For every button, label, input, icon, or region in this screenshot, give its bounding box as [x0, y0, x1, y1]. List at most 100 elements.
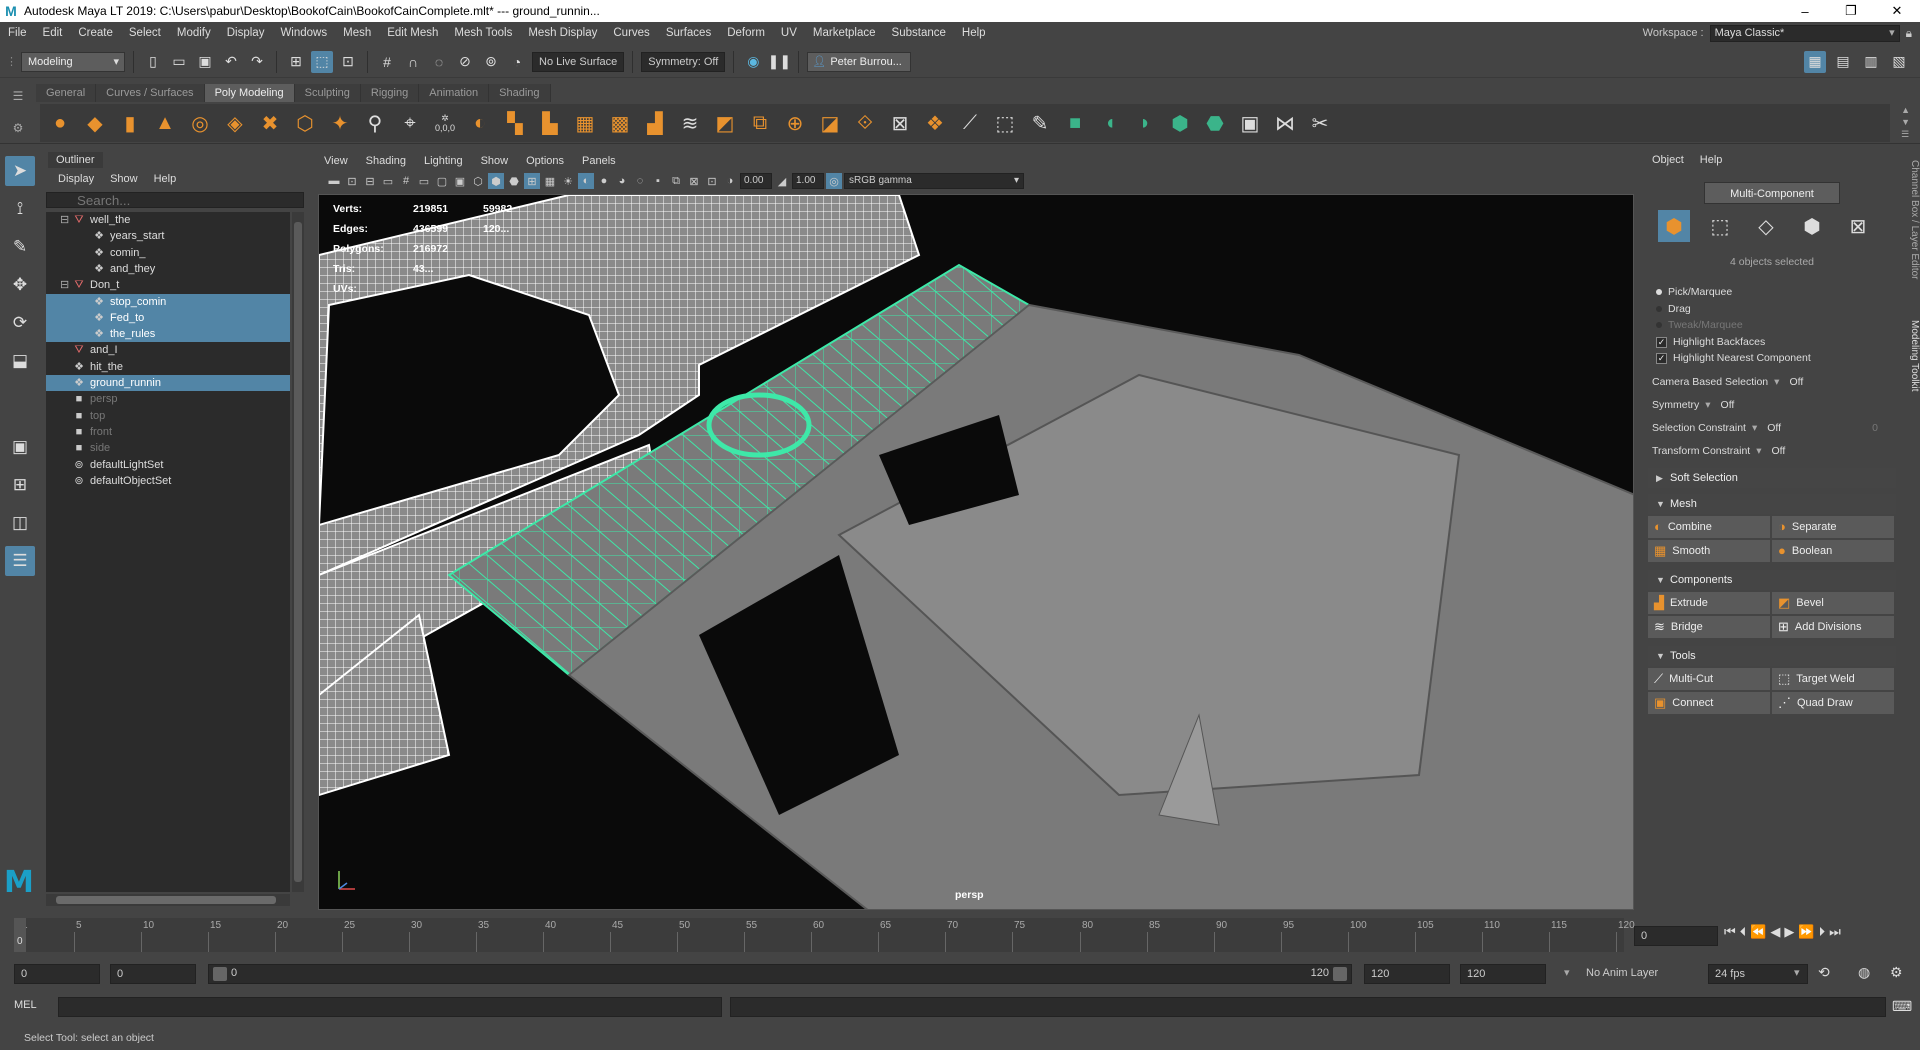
animation-start-field[interactable]: 0 — [14, 964, 100, 984]
mirror-icon[interactable]: ⧉ — [744, 108, 776, 138]
pick-marquee-option[interactable]: Pick/Marquee — [1656, 284, 1732, 300]
playback-end-field[interactable]: 120 — [1364, 964, 1450, 984]
range-end-handle[interactable] — [1333, 967, 1347, 981]
insert-edge-loop-icon[interactable]: ⬚ — [989, 108, 1021, 138]
select-by-hierarchy-icon[interactable]: ⊞ — [285, 51, 307, 73]
go-to-start-icon[interactable]: ⏮ — [1724, 924, 1736, 940]
menu-mesh-display[interactable]: Mesh Display — [520, 27, 605, 39]
shadows-icon[interactable]: ◐ — [578, 173, 594, 189]
exposure-icon[interactable]: ◑ — [722, 173, 738, 189]
outliner-menu-display[interactable]: Display — [58, 170, 94, 188]
unfold-uv-icon[interactable]: ⬣ — [1199, 108, 1231, 138]
mesh-section[interactable]: ▼ Mesh — [1648, 494, 1896, 514]
outliner-menu-show[interactable]: Show — [110, 170, 138, 188]
live-surface-field[interactable]: No Live Surface — [532, 51, 625, 72]
outliner-item[interactable]: ⊟ ⛛ Don_t — [46, 277, 290, 293]
wireframe-on-shaded-icon[interactable]: ⊞ — [524, 173, 540, 189]
menu-file[interactable]: File — [0, 27, 35, 39]
step-forward-key-icon[interactable]: ⏩ — [1798, 924, 1814, 940]
target-weld-button[interactable]: ⬚ Target Weld — [1772, 668, 1894, 690]
script-language-toggle[interactable]: MEL — [14, 999, 37, 1011]
menu-select[interactable]: Select — [121, 27, 169, 39]
motion-blur-icon[interactable]: ◕ — [614, 173, 630, 189]
toolkit-menu-object[interactable]: Object — [1652, 154, 1684, 166]
tweak-marquee-option[interactable]: Tweak/Marquee — [1656, 317, 1743, 333]
play-forwards-icon[interactable]: ▶ — [1784, 924, 1794, 940]
poly-cylinder-icon[interactable]: ▮ — [114, 108, 146, 138]
multi-cut-button[interactable]: ⟋ Multi-Cut — [1648, 668, 1770, 690]
outliner-item[interactable]: ❖ Fed_to — [46, 309, 290, 326]
menu-edit[interactable]: Edit — [35, 27, 71, 39]
maximize-button[interactable]: ❐ — [1828, 3, 1874, 19]
poly-plane-icon[interactable]: ◈ — [219, 108, 251, 138]
step-back-frame-icon[interactable]: ⏴ — [1740, 924, 1747, 940]
outliner-item[interactable]: ❖ ground_runnin — [46, 375, 290, 391]
loop-icon[interactable]: ⟲ — [1818, 964, 1830, 981]
xray-components-icon[interactable]: ⊡ — [704, 173, 720, 189]
fps-dropdown-icon[interactable]: ▾ — [1794, 966, 1800, 979]
quad-draw-button[interactable]: ⋰ Quad Draw — [1772, 692, 1894, 714]
select-by-component-icon[interactable]: ⊡ — [337, 51, 359, 73]
command-input[interactable] — [58, 997, 722, 1017]
triangulate-icon[interactable]: ⊠ — [884, 108, 916, 138]
outliner-item[interactable]: ⊟ ⛛ well_the — [46, 212, 290, 228]
multi-component-button[interactable]: Multi-Component — [1704, 182, 1840, 204]
toolkit-menu-help[interactable]: Help — [1700, 154, 1723, 166]
play-backwards-icon[interactable]: ◀ — [1770, 924, 1780, 940]
script-editor-icon[interactable]: ⌨ — [1892, 998, 1912, 1015]
outliner-item[interactable]: ❖ stop_comin — [46, 293, 290, 310]
animation-end-field[interactable]: 120 — [1460, 964, 1546, 984]
make-live-icon[interactable]: ⊚ — [480, 51, 502, 73]
extract-icon[interactable]: ▙ — [534, 108, 566, 138]
outliner-item[interactable]: ❖ years_start — [46, 228, 290, 244]
uv-cut-icon[interactable]: ✂ — [1304, 108, 1336, 138]
menu-modify[interactable]: Modify — [169, 27, 219, 39]
menu-marketplace[interactable]: Marketplace — [805, 27, 884, 39]
outliner-item[interactable]: ❖ the_rules — [46, 326, 290, 343]
smooth-button[interactable]: ▦ Smooth — [1648, 540, 1770, 562]
select-by-object-icon[interactable]: ⬚ — [311, 50, 333, 73]
shelf-tab-general[interactable]: General — [36, 84, 97, 102]
playback-start-field[interactable]: 0 — [110, 964, 196, 984]
outliner-layout-icon[interactable]: ☰ — [5, 546, 35, 576]
animation-preferences-icon[interactable]: ⚙ — [1890, 964, 1903, 981]
viewport-menu-panels[interactable]: Panels — [582, 152, 616, 170]
menu-windows[interactable]: Windows — [272, 27, 335, 39]
lock-icon[interactable]: 🔒︎ — [1906, 26, 1912, 41]
uv-layout-icon[interactable]: ⋈ — [1269, 108, 1301, 138]
quad-draw-icon[interactable]: ✎ — [1024, 108, 1056, 138]
toggle-attribute-editor-icon[interactable]: ▤ — [1832, 51, 1854, 73]
measure-icon[interactable]: ⚲ — [359, 108, 391, 138]
persp-outliner-layout-icon[interactable]: ◫ — [5, 508, 35, 538]
snap-curve-icon[interactable]: ∩ — [402, 51, 424, 73]
viewport-menu-show[interactable]: Show — [481, 152, 509, 170]
selection-constraint-row[interactable]: Selection Constraint ▾ Off 0 — [1652, 418, 1892, 438]
planar-uv-icon[interactable]: ■ — [1059, 108, 1091, 138]
viewport-menu-view[interactable]: View — [324, 152, 348, 170]
range-slider[interactable]: 0 120 — [208, 964, 1352, 984]
menu-mesh[interactable]: Mesh — [335, 27, 379, 39]
bevel-button[interactable]: ◩ Bevel — [1772, 592, 1894, 614]
object-mode-icon[interactable]: ⬢ — [1658, 210, 1690, 242]
soft-selection-section[interactable]: ▶ Soft Selection — [1648, 468, 1896, 488]
wireframe-icon[interactable]: ⬡ — [470, 173, 486, 189]
super-shape-icon[interactable]: ✦ — [324, 108, 356, 138]
snap-view-plane-icon[interactable]: ⊘ — [454, 51, 476, 73]
single-perspective-view-icon[interactable]: ▣ — [5, 432, 35, 462]
transform-constraint-row[interactable]: Transform Constraint ▾ Off — [1652, 441, 1892, 461]
outliner-item[interactable]: ■ persp — [46, 391, 290, 407]
snap-options-icon[interactable]: ◔ — [506, 51, 528, 73]
gamma-field[interactable]: 1.00 — [792, 173, 824, 189]
isolate-select-icon[interactable]: ▪ — [650, 173, 666, 189]
poly-sphere-icon[interactable]: ● — [44, 108, 76, 138]
reduce-icon[interactable]: ⟐ — [849, 108, 881, 138]
outliner-item[interactable]: ■ side — [46, 440, 290, 456]
combine-icon[interactable]: ◐ — [464, 108, 496, 138]
xray-joints-icon[interactable]: ⊠ — [686, 173, 702, 189]
lasso-tool-icon[interactable]: ⟟ — [5, 194, 35, 224]
anim-layer-dropdown-icon[interactable]: ▾ — [1564, 966, 1570, 979]
drag-option[interactable]: Drag — [1656, 301, 1691, 317]
extrude-icon[interactable]: ▟ — [639, 108, 671, 138]
menu-create[interactable]: Create — [70, 27, 121, 39]
shelf-tab-sculpting[interactable]: Sculpting — [294, 84, 361, 102]
